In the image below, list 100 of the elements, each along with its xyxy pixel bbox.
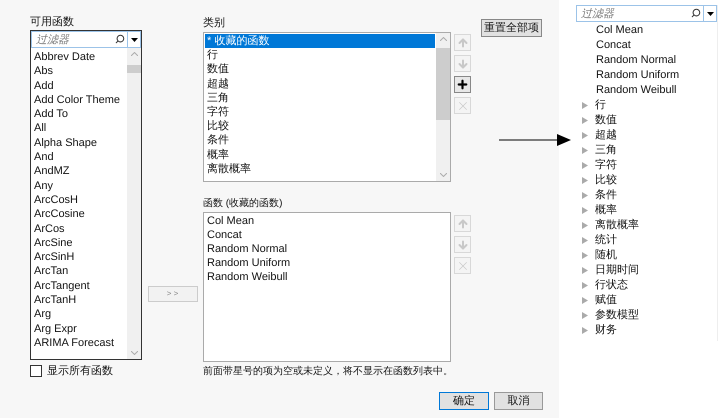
category-item[interactable]: 条件 xyxy=(595,187,617,204)
available-functions-label: 可用函数 xyxy=(30,15,75,30)
note-text: 前面带星号的项为空或未定义，将不显示在函数列表中。 xyxy=(203,364,454,379)
category-item[interactable]: 超越 xyxy=(595,127,617,144)
reset-all-button[interactable]: 重置全部项 xyxy=(481,19,542,37)
category-item[interactable]: 三角 xyxy=(205,90,435,105)
category-item[interactable]: 三角 xyxy=(595,142,617,159)
expand-icon[interactable] xyxy=(582,312,588,319)
down-arrow-icon xyxy=(456,58,468,70)
expand-icon[interactable] xyxy=(582,222,588,229)
ok-button[interactable]: 确定 xyxy=(439,392,488,410)
category-item[interactable]: 日期时间 xyxy=(595,262,639,279)
expand-icon[interactable] xyxy=(582,207,588,214)
function-list-item[interactable]: Arg xyxy=(34,307,127,322)
show-all-checkbox[interactable] xyxy=(30,365,42,378)
up-arrow-icon xyxy=(456,36,468,48)
function-item[interactable]: Random Normal xyxy=(596,52,676,69)
category-item[interactable]: 条件 xyxy=(205,133,435,148)
function-list-item[interactable]: ArcCosH xyxy=(34,192,127,208)
scrollbar-thumb[interactable] xyxy=(436,48,450,120)
category-item[interactable]: 行 xyxy=(595,97,606,114)
scrollbar[interactable] xyxy=(127,48,141,359)
scrollbar-thumb[interactable] xyxy=(127,65,141,73)
favorite-function-item[interactable]: Random Weibull xyxy=(207,270,450,284)
dropdown-caret-icon[interactable] xyxy=(706,12,714,16)
function-list-item[interactable]: Arg Expr xyxy=(34,322,127,336)
function-list-item[interactable]: Abs xyxy=(34,64,127,79)
function-list-item[interactable]: Add To xyxy=(34,107,127,122)
function-item[interactable]: Random Weibull xyxy=(596,82,677,99)
function-list-item[interactable]: ArCos xyxy=(34,222,127,236)
function-item[interactable]: Col Mean xyxy=(596,22,644,39)
expand-icon[interactable] xyxy=(582,297,588,304)
cancel-button[interactable]: 取消 xyxy=(494,392,543,410)
category-item[interactable]: 概率 xyxy=(205,148,435,162)
category-item[interactable]: 赋值 xyxy=(595,292,617,309)
function-list-item[interactable]: And xyxy=(34,150,127,164)
category-item[interactable]: * 收藏的函数 xyxy=(205,34,435,48)
expand-icon[interactable] xyxy=(582,237,588,244)
function-list-item[interactable]: ArcTanH xyxy=(34,293,127,308)
add-button[interactable] xyxy=(454,76,471,93)
category-item[interactable]: 统计 xyxy=(595,232,617,249)
category-item[interactable]: 参数模型 xyxy=(595,307,639,324)
favorite-function-item[interactable]: Random Normal xyxy=(207,242,450,256)
function-list-item[interactable]: Add xyxy=(34,78,127,93)
expand-icon[interactable] xyxy=(582,327,588,334)
expand-icon[interactable] xyxy=(582,162,588,169)
function-list-item[interactable]: All xyxy=(34,121,127,136)
favorite-function-item[interactable]: Random Uniform xyxy=(207,256,450,270)
scroll-down-icon[interactable] xyxy=(130,351,138,355)
category-item[interactable]: 字符 xyxy=(595,157,617,174)
expand-icon[interactable] xyxy=(582,192,588,199)
scrollbar[interactable] xyxy=(436,33,450,181)
categories-label: 类别 xyxy=(203,16,226,31)
dropdown-caret-icon[interactable] xyxy=(130,38,138,42)
scroll-down-icon[interactable] xyxy=(440,173,446,177)
category-item[interactable]: 随机 xyxy=(595,247,617,264)
category-item[interactable]: 离散概率 xyxy=(205,162,435,176)
function-list-item[interactable]: Add Color Theme xyxy=(34,92,127,108)
expand-icon[interactable] xyxy=(582,147,588,154)
expand-icon[interactable] xyxy=(582,252,588,259)
category-item[interactable]: 数值 xyxy=(595,112,617,129)
filter-field[interactable]: 过滤器 xyxy=(31,31,128,48)
category-item[interactable]: 超越 xyxy=(205,76,435,91)
category-item[interactable]: 比较 xyxy=(595,172,617,189)
function-list-item[interactable]: ArcSine xyxy=(34,236,127,250)
category-item[interactable]: 数值 xyxy=(205,62,435,77)
category-item[interactable]: 离散概率 xyxy=(595,217,639,234)
category-item[interactable]: 行 xyxy=(205,48,435,62)
scroll-up-icon[interactable] xyxy=(130,52,138,56)
function-list-item[interactable]: ArcCosine xyxy=(34,207,127,222)
expand-icon[interactable] xyxy=(582,267,588,274)
favorite-function-item[interactable]: Col Mean xyxy=(207,214,450,228)
expand-icon[interactable] xyxy=(582,132,588,139)
function-item[interactable]: Random Uniform xyxy=(596,67,680,84)
category-item[interactable]: 字符 xyxy=(205,104,435,120)
expand-icon[interactable] xyxy=(582,117,588,124)
function-list-item[interactable]: Abbrev Date xyxy=(34,50,127,64)
function-list-item[interactable]: ArcSinH xyxy=(34,250,127,264)
search-icon[interactable] xyxy=(691,8,701,18)
function-list-item[interactable]: Any xyxy=(34,178,127,193)
function-list-item[interactable]: ArcTan xyxy=(34,264,127,279)
filter-field[interactable]: 过滤器 xyxy=(576,5,704,22)
function-item[interactable]: Concat xyxy=(596,37,631,54)
category-item[interactable]: 概率 xyxy=(595,202,617,219)
function-list-item[interactable]: ArcTangent xyxy=(34,278,127,294)
function-list-item[interactable]: ARIMA Forecast xyxy=(34,336,127,350)
expand-icon[interactable] xyxy=(582,102,588,109)
up-arrow-icon xyxy=(456,218,468,230)
function-list-item[interactable]: Alpha Shape xyxy=(34,136,127,150)
category-item[interactable]: 比较 xyxy=(205,119,435,134)
search-icon[interactable] xyxy=(115,34,125,44)
category-item[interactable]: 行状态 xyxy=(595,277,628,294)
favorite-function-item[interactable]: Concat xyxy=(207,228,450,242)
functions-label: 函数 (收藏的函数) xyxy=(203,196,284,211)
category-item[interactable]: 财务 xyxy=(595,322,617,339)
expand-icon[interactable] xyxy=(582,177,588,184)
expand-icon[interactable] xyxy=(582,282,588,289)
function-list-item[interactable]: AndMZ xyxy=(34,164,127,179)
plus-icon xyxy=(456,78,469,91)
scroll-up-icon[interactable] xyxy=(440,37,446,41)
